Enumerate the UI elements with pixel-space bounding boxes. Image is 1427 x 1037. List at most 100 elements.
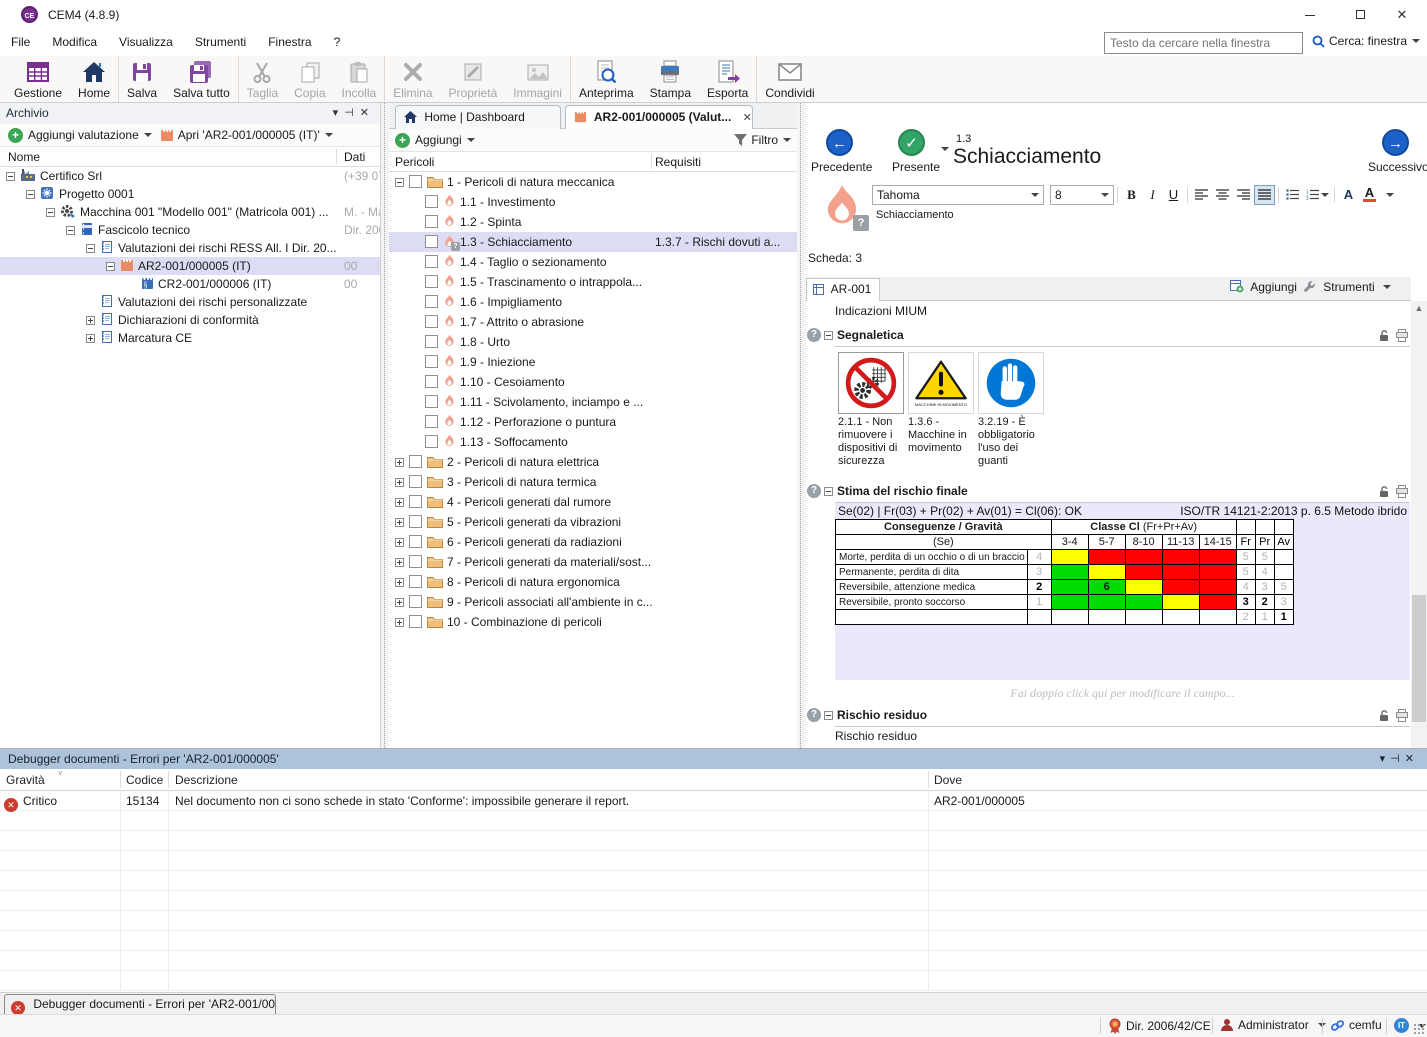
search-input[interactable]	[1104, 32, 1303, 54]
resize-grip[interactable]	[1413, 1023, 1425, 1035]
hazard-checkbox[interactable]	[425, 255, 438, 268]
risk-cell[interactable]	[1162, 565, 1199, 580]
hazard-checkbox[interactable]	[409, 515, 422, 528]
risk-cell[interactable]	[1051, 595, 1088, 610]
column-codice[interactable]: Codice	[126, 773, 163, 787]
hazard-row[interactable]: 8 - Pericoli di natura ergonomica	[389, 572, 797, 592]
column-requisiti[interactable]: Requisiti	[655, 155, 701, 169]
toolbar-button-esporta[interactable]: Esporta	[699, 56, 756, 102]
risk-cell[interactable]	[1051, 610, 1088, 625]
menu-finestra[interactable]: Finestra	[257, 30, 322, 54]
scrollbar-thumb[interactable]	[1412, 595, 1426, 722]
directive-status[interactable]: Dir. 2006/42/CE	[1108, 1018, 1211, 1034]
hazard-checkbox[interactable]	[425, 415, 438, 428]
menu-strumenti[interactable]: Strumenti	[184, 30, 257, 54]
warning-sign[interactable]: MACCHINE IN MOVIMENTO1.3.6 - Macchine in…	[908, 352, 978, 455]
present-icon[interactable]: ✓	[898, 129, 925, 156]
tree-row[interactable]: §CR2-001/000006 (IT)00	[0, 275, 380, 293]
underline-button[interactable]: U	[1163, 185, 1184, 205]
hazard-row[interactable]: 1.7 - Attrito o abrasione	[389, 312, 797, 332]
right-splitter[interactable]	[797, 103, 806, 748]
menu-visualizza[interactable]: Visualizza	[108, 30, 184, 54]
hazard-checkbox[interactable]	[425, 315, 438, 328]
hazard-checkbox[interactable]	[425, 355, 438, 368]
hazard-checkbox[interactable]	[409, 475, 422, 488]
hazard-row[interactable]: 1.5 - Trascinamento o intrappola...	[389, 272, 797, 292]
align-right-button[interactable]	[1233, 185, 1254, 205]
open-document-button[interactable]: Apri 'AR2-001/000005 (IT)'	[178, 128, 320, 142]
hazard-row[interactable]: 5 - Pericoli generati da vibrazioni	[389, 512, 797, 532]
previous-button[interactable]: Precedente	[811, 160, 872, 174]
expander-icon[interactable]	[395, 178, 404, 187]
panel-menu-icon[interactable]: ▾	[1380, 753, 1391, 765]
hazard-checkbox[interactable]	[425, 275, 438, 288]
risk-cell[interactable]	[1199, 565, 1236, 580]
hazard-row[interactable]: 1.10 - Cesoiamento	[389, 372, 797, 392]
toolbar-button-anteprima[interactable]: Anteprima	[570, 56, 642, 102]
expander-icon[interactable]	[395, 578, 404, 587]
tab-home-dashboard[interactable]: Home | Dashboard	[395, 105, 561, 129]
column-pericoli[interactable]: Pericoli	[395, 155, 434, 169]
expander-icon[interactable]	[395, 598, 404, 607]
font-color-a-button[interactable]: A	[1338, 185, 1359, 205]
risk-cell[interactable]	[1162, 610, 1199, 625]
hazard-body-text[interactable]: Schiacciamento	[876, 209, 954, 221]
column-dati[interactable]: Dati	[344, 150, 365, 164]
chevron-down-icon[interactable]	[467, 138, 475, 142]
print-icon[interactable]	[1395, 485, 1409, 498]
risk-cell[interactable]	[1199, 580, 1236, 595]
prohibition-sign[interactable]: 2.1.1 - Non rimuovere i dispositivi di s…	[838, 352, 908, 468]
hazard-row[interactable]: 1.4 - Taglio o sezionamento	[389, 252, 797, 272]
highlight-color-button[interactable]: A	[1359, 185, 1380, 205]
toolbar-button-taglia[interactable]: Taglia	[238, 56, 286, 102]
hazard-checkbox[interactable]	[409, 535, 422, 548]
chevron-down-icon[interactable]	[325, 133, 333, 137]
hazard-checkbox[interactable]	[409, 575, 422, 588]
risk-cell[interactable]	[1199, 595, 1236, 610]
close-tab-icon[interactable]: ✕	[743, 112, 752, 124]
chevron-down-icon[interactable]	[783, 138, 791, 142]
tree-row[interactable]: Dichiarazioni di conformità	[0, 311, 380, 329]
aggiungi-button[interactable]: Aggiungi	[415, 133, 462, 147]
font-family-select[interactable]: Tahoma	[872, 185, 1044, 205]
add-valutazione-button[interactable]: Aggiungi valutazione	[28, 128, 139, 142]
font-size-select[interactable]: 8	[1050, 185, 1114, 205]
column-nome[interactable]: Nome	[8, 150, 40, 164]
risk-cell[interactable]	[1051, 580, 1088, 595]
help-icon[interactable]: ?	[807, 484, 821, 498]
risk-cell[interactable]	[1125, 610, 1162, 625]
expander-icon[interactable]	[26, 190, 35, 199]
risk-cell[interactable]	[1125, 565, 1162, 580]
expander-icon[interactable]	[6, 172, 15, 181]
print-icon[interactable]	[1395, 709, 1409, 722]
hazard-checkbox[interactable]	[409, 455, 422, 468]
toolbar-button-incolla[interactable]: Incolla	[334, 56, 385, 102]
hazard-checkbox[interactable]	[425, 235, 438, 248]
hazard-row[interactable]: 1.13 - Soffocamento	[389, 432, 797, 452]
tab-ar-001[interactable]: AR-001	[806, 278, 880, 301]
risk-cell[interactable]	[1051, 550, 1088, 565]
risk-cell[interactable]	[1162, 595, 1199, 610]
tree-row[interactable]: Marcatura CE	[0, 329, 380, 347]
tree-row[interactable]: Progetto 0001	[0, 185, 380, 203]
column-descrizione[interactable]: Descrizione	[175, 773, 238, 787]
column-dove[interactable]: Dove	[934, 773, 962, 787]
hazard-row[interactable]: 1.8 - Urto	[389, 332, 797, 352]
collapse-icon[interactable]	[824, 711, 833, 720]
expander-icon[interactable]	[86, 316, 95, 325]
debugger-dock-tab[interactable]: ✕ Debugger documenti - Errori per 'AR2-0…	[4, 994, 276, 1015]
toolbar-button-elimina[interactable]: Elimina	[384, 56, 440, 102]
align-justify-button[interactable]	[1254, 185, 1275, 205]
hazard-checkbox[interactable]	[409, 615, 422, 628]
hazard-row[interactable]: 2 - Pericoli di natura elettrica	[389, 452, 797, 472]
risk-matrix-table[interactable]: Conseguenze / GravitàClasse Cl (Fr+Pr+Av…	[835, 519, 1294, 625]
numbered-list-button[interactable]: 123	[1303, 185, 1331, 205]
toolbar-button-salva[interactable]: Salva	[118, 56, 165, 102]
maximize-button[interactable]	[1343, 4, 1377, 26]
previous-icon[interactable]: ←	[826, 129, 853, 156]
bold-button[interactable]: B	[1121, 185, 1142, 205]
menu-file[interactable]: File	[0, 30, 41, 54]
hazard-row[interactable]: 1 - Pericoli di natura meccanica	[389, 172, 797, 192]
align-left-button[interactable]	[1191, 185, 1212, 205]
toolbar-button-copia[interactable]: Copia	[286, 56, 333, 102]
